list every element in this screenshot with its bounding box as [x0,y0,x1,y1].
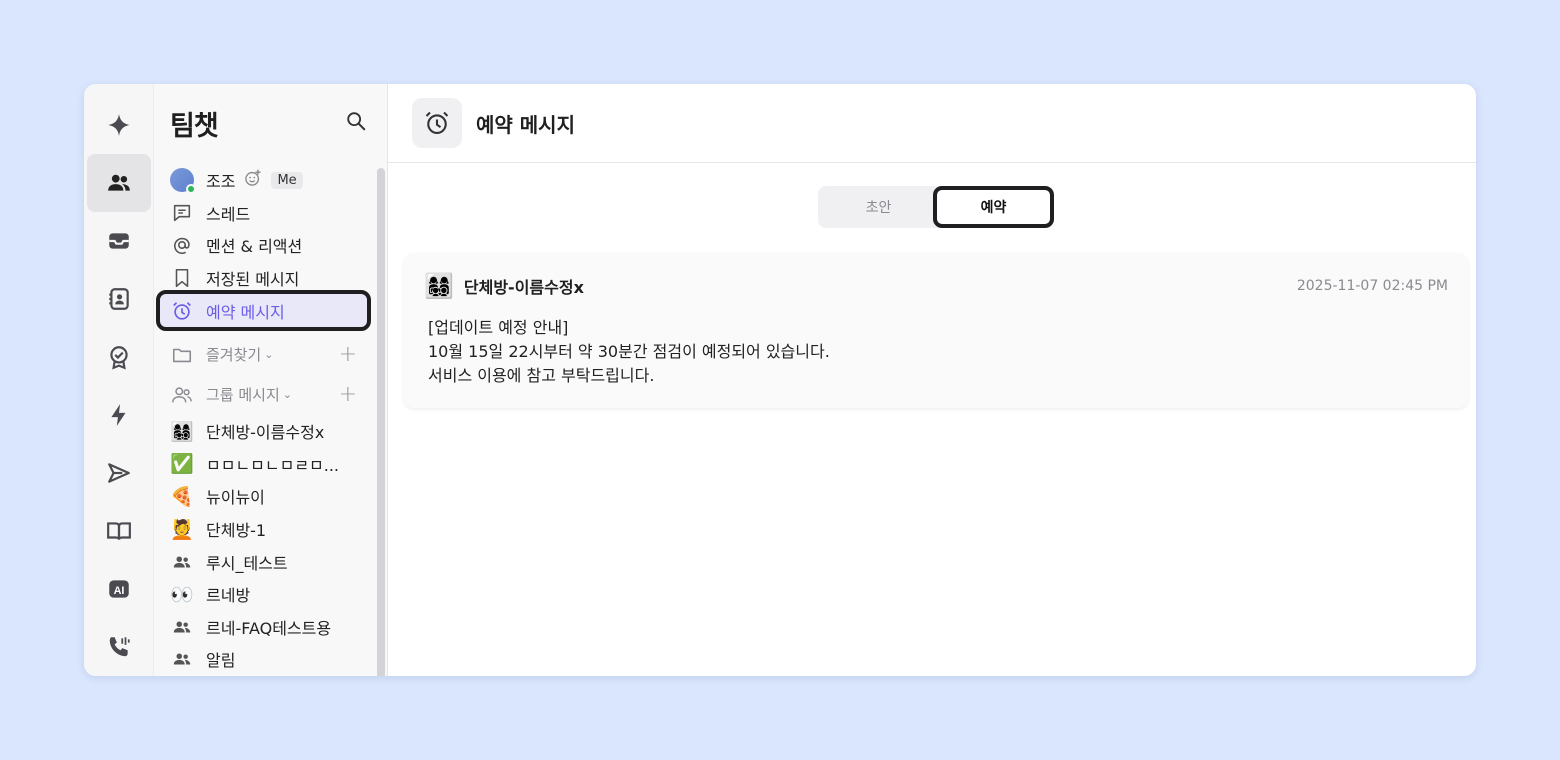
icon-rail: AI [84,84,154,676]
tab-switcher: 초안 예약 [818,186,1054,228]
contacts-icon[interactable] [87,270,151,328]
main-header: 예약 메시지 [388,84,1476,163]
group-item[interactable]: 🍕 뉴이뉴이 [154,480,371,513]
sidebar-title: 팀챗 [170,110,219,142]
group-item-label: 알림 [206,651,236,671]
sidebar-item-me[interactable]: 조조 Me [154,164,371,197]
group-item[interactable]: 💆 단체방-1 [154,513,371,546]
people-icon [170,615,194,639]
favorites-section[interactable]: 즐겨찾기 ⌄ + [154,335,371,375]
message-timestamp: 2025-11-07 02:45 PM [1296,278,1448,294]
sidebar-item-mentions[interactable]: 멘션 & 리액션 [154,229,371,262]
folder-icon [170,343,194,367]
group-item-label: ㅁㅁㄴㅁㄴㅁㄹㅁ... [206,455,340,475]
approval-icon[interactable] [87,328,151,386]
online-status-dot [186,184,196,195]
favorites-label: 즐겨찾기 [206,346,262,365]
group-item[interactable]: 르네-FAQ테스트용 [154,611,371,644]
chevron-down-icon: ⌄ [282,388,292,402]
alarm-clock-icon [170,299,194,323]
sparkle-icon[interactable] [87,96,151,154]
group-item-label: 루시_테스트 [206,553,288,573]
sidebar-item-scheduled[interactable]: 예약 메시지 [156,290,371,331]
check-emoji-icon: ✅ [170,453,194,476]
message-line: 10월 15일 22시부터 약 30분간 점검이 예정되어 있습니다. [428,342,830,361]
sidebar: 팀챗 조조 Me 스레드 멘션 & 리액션 저장된 메시지 예약 메시지 즐겨찾… [154,84,388,676]
book-icon[interactable] [87,502,151,560]
message-room-name: 단체방-이름수정x [463,278,584,297]
tab-draft[interactable]: 초안 [821,189,936,225]
scheduled-message-card[interactable]: 👩‍👩‍👧‍👦 단체방-이름수정x 2025-11-07 02:45 PM [업… [404,254,1468,408]
lightning-icon[interactable] [87,386,151,444]
me-badge: Me [271,171,303,189]
sidebar-item-label: 예약 메시지 [206,302,285,322]
group-messages-section[interactable]: 그룹 메시지 ⌄ + [154,375,371,415]
sidebar-item-saved[interactable]: 저장된 메시지 [154,262,371,295]
sidebar-item-label: 멘션 & 리액션 [206,237,303,257]
group-item[interactable]: 알림 [154,643,371,676]
pizza-emoji-icon: 🍕 [170,485,194,508]
sidebar-scrollbar[interactable] [377,168,385,676]
thread-icon [170,201,194,225]
group-item[interactable]: ✅ ㅁㅁㄴㅁㄴㅁㄹㅁ... [154,448,371,481]
group-item-label: 르네-FAQ테스트용 [206,618,332,638]
group-item-label: 르네방 [206,586,251,606]
group-item-label: 단체방-1 [206,521,267,541]
group-item[interactable]: 👩‍👩‍👧‍👦 단체방-이름수정x [154,415,371,448]
main-panel: 예약 메시지 초안 예약 👩‍👩‍👧‍👦 단체방-이름수정x 2025-11-0… [388,84,1476,676]
my-name: 조조 [206,172,236,192]
chevron-down-icon: ⌄ [264,348,274,362]
message-line: 서비스 이용에 참고 부탁드립니다. [428,366,655,385]
send-icon[interactable] [87,444,151,502]
group-item-label: 단체방-이름수정x [206,423,325,443]
sidebar-item-label: 스레드 [206,204,251,224]
phone-icon[interactable] [87,618,151,676]
eyes-emoji-icon: 👀 [170,583,194,606]
family-emoji-icon: 👩‍👩‍👧‍👦 [170,420,194,443]
inbox-icon[interactable] [87,212,151,270]
people-icon [170,550,194,574]
app-window: AI 팀챗 조조 Me 스레드 멘션 & 리액션 저장된 메시지 예약 메시지 … [84,84,1476,676]
tab-scheduled[interactable]: 예약 [933,186,1054,228]
avatar [170,168,196,195]
group-item[interactable]: 루시_테스트 [154,545,371,578]
teamchat-icon[interactable] [86,154,151,212]
at-icon [170,233,194,257]
group-icon [170,383,194,407]
family-emoji-icon: 👩‍👩‍👧‍👦 [424,272,454,300]
bookmark-icon [170,266,194,290]
page-title: 예약 메시지 [476,112,575,137]
group-item-label: 뉴이뉴이 [206,488,265,508]
add-group-button[interactable]: + [339,382,357,407]
add-status-emoji-icon[interactable] [243,168,263,192]
alarm-clock-icon [412,98,462,148]
group-messages-label: 그룹 메시지 [206,386,280,405]
ai-icon[interactable]: AI [87,560,151,618]
add-favorite-button[interactable]: + [339,342,357,367]
message-line: [업데이트 예정 안내] [428,318,569,337]
massage-emoji-icon: 💆 [170,518,194,541]
svg-text:AI: AI [113,585,124,597]
sidebar-item-threads[interactable]: 스레드 [154,197,371,230]
sidebar-item-label: 저장된 메시지 [206,270,300,290]
group-item[interactable]: 👀 르네방 [154,578,371,611]
people-icon [170,647,194,671]
message-body: [업데이트 예정 안내] 10월 15일 22시부터 약 30분간 점검이 예정… [424,316,1448,388]
search-icon[interactable] [345,110,367,136]
